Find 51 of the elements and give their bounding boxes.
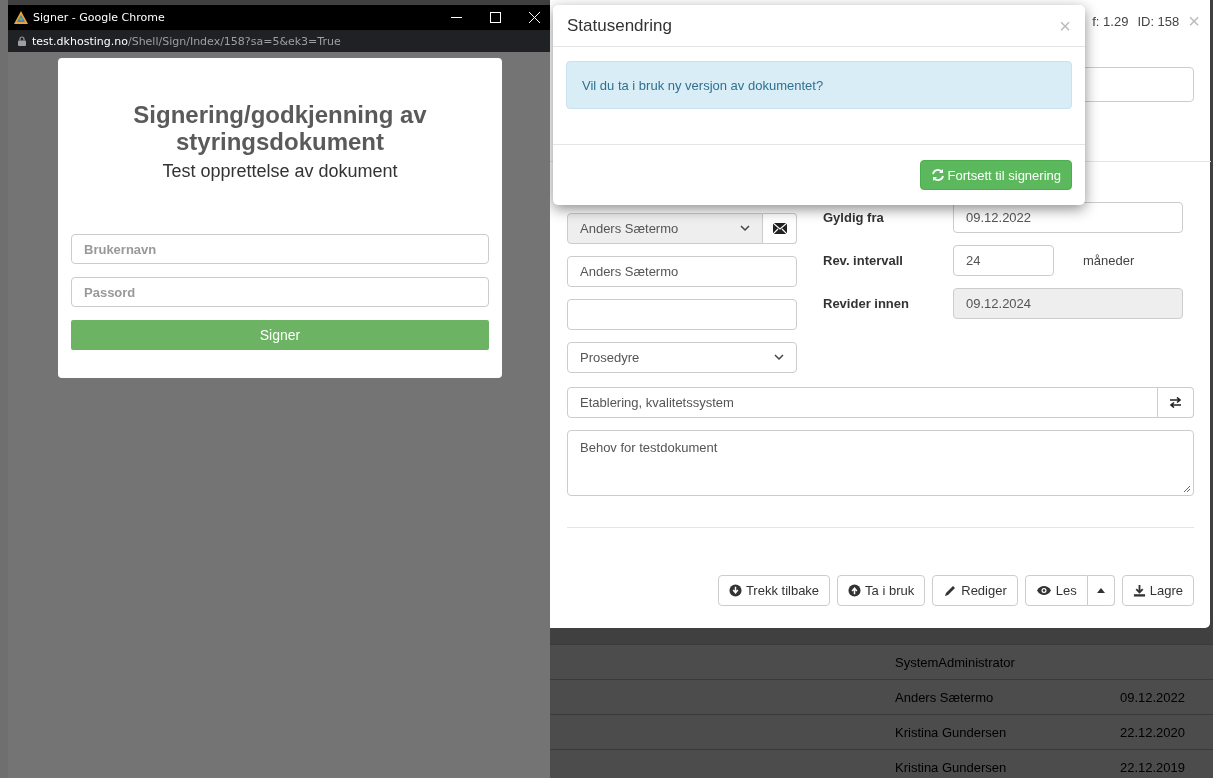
save-button[interactable]: Lagre xyxy=(1121,575,1194,606)
envelope-icon xyxy=(772,223,787,234)
dropdown-button[interactable] xyxy=(1087,575,1115,606)
swap-arrows-icon xyxy=(1169,397,1182,408)
date-text: 09.12.2022 xyxy=(1119,689,1185,705)
window-title: Signer - Google Chrome xyxy=(33,11,166,24)
eye-icon xyxy=(1035,585,1052,596)
activate-button[interactable]: Ta i bruk xyxy=(837,575,926,606)
field-label: Rev. intervall xyxy=(823,252,904,268)
card-heading: Signering/godkjenning av styringsdokument xyxy=(132,101,428,155)
date-text: 22.12.2019 xyxy=(1119,759,1185,775)
swap-button[interactable] xyxy=(1158,387,1194,418)
retract-button[interactable]: Trekk tilbake xyxy=(717,575,831,606)
password-field[interactable]: Passord xyxy=(71,277,489,307)
email-button[interactable] xyxy=(763,213,797,244)
close-icon[interactable] xyxy=(529,12,540,23)
app-logo-icon xyxy=(14,11,28,24)
field-label: Gyldig fra xyxy=(823,209,885,225)
category-field[interactable]: Etablering, kvalitetssystem xyxy=(567,387,1158,418)
resize-grip-icon xyxy=(1183,485,1191,493)
user-name: Anders Sætermo xyxy=(895,689,994,705)
download-icon xyxy=(1132,584,1146,597)
document-info-text: ID: 158 xyxy=(1137,13,1180,29)
arrow-down-circle-icon xyxy=(728,584,742,597)
type-select[interactable]: Prosedyre xyxy=(567,342,797,373)
field-label: Revider innen xyxy=(823,295,910,311)
lock-icon xyxy=(18,36,26,46)
date-text: 22.12.2020 xyxy=(1119,724,1185,740)
chevron-down-icon xyxy=(774,354,784,361)
date-field[interactable]: 24 xyxy=(953,245,1054,276)
user-name: Kristina Gundersen xyxy=(895,724,1007,740)
author-field[interactable]: Anders Sætermo xyxy=(567,256,797,287)
text-field[interactable] xyxy=(567,299,797,330)
refresh-icon xyxy=(930,168,945,182)
chevron-down-icon xyxy=(740,225,750,232)
document-info-text: f: 1.29 xyxy=(1092,13,1129,29)
modal-title: Statusendring xyxy=(567,15,672,36)
maximize-icon[interactable] xyxy=(490,12,501,23)
info-message: Vil du ta i bruk ny versjon av dokumentet? xyxy=(566,61,1072,110)
caret-up-icon xyxy=(1096,588,1105,593)
user-name: Kristina Gundersen xyxy=(895,759,1007,775)
card-subheading: Test opprettelse av dokument xyxy=(161,161,399,182)
edit-button[interactable]: Rediger xyxy=(932,575,1018,606)
read-button[interactable]: Les xyxy=(1024,575,1088,606)
pencil-icon xyxy=(943,583,958,598)
description-field[interactable]: Behov for testdokument xyxy=(567,430,1194,496)
arrow-up-circle-icon xyxy=(848,584,862,597)
user-name: SystemAdministrator xyxy=(895,654,1015,670)
responsible-select[interactable]: Anders Sætermo xyxy=(567,213,763,244)
unit-text: måneder xyxy=(1083,253,1136,268)
username-field[interactable]: Brukernavn xyxy=(71,234,489,264)
